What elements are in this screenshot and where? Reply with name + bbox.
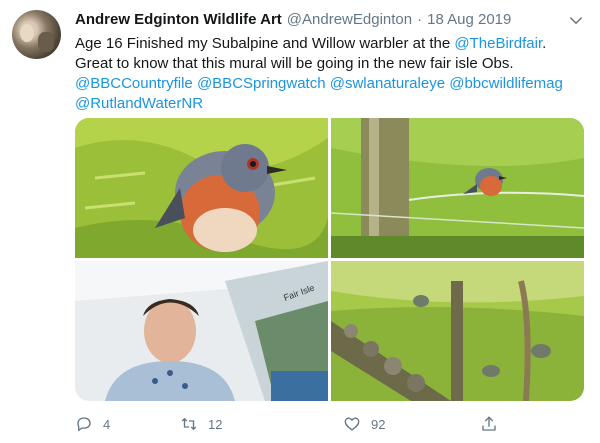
separator-dot: ·: [417, 11, 423, 28]
text-segment: Age 16 Finished my Subalpine and Willow …: [75, 35, 455, 52]
retweet-icon: [181, 418, 197, 430]
like-count: 92: [371, 416, 386, 432]
tweet-text-line-2: Great to know that this mural will be go…: [75, 55, 514, 72]
mention-link[interactable]: @BBCSpringwatch: [197, 75, 326, 92]
avatar-figure-shadow: [38, 32, 54, 52]
media-photo-landscape[interactable]: [331, 261, 584, 401]
user-handle[interactable]: @AndrewEdginton: [287, 11, 412, 28]
media-photo-artist[interactable]: Fair Isle: [75, 261, 328, 401]
reply-count: 4: [103, 416, 111, 432]
tweet-text: Age 16 Finished my Subalpine and Willow …: [75, 34, 580, 114]
retweet-count: 12: [208, 416, 223, 432]
tweet-actions: 4 12 92: [75, 414, 515, 434]
like-button[interactable]: 92: [343, 414, 385, 434]
display-name[interactable]: Andrew Edginton Wildlife Art: [75, 11, 282, 28]
tweet-text-line-1: Age 16 Finished my Subalpine and Willow …: [75, 34, 580, 54]
text-segment: .: [542, 35, 547, 52]
reply-button[interactable]: 4: [75, 414, 110, 434]
media-photo-warbler-closeup[interactable]: [75, 118, 328, 258]
retweet-button[interactable]: 12: [180, 414, 222, 434]
mention-link[interactable]: @TheBirdfair: [454, 35, 542, 52]
heart-icon: [344, 417, 360, 431]
reply-icon: [77, 417, 91, 432]
avatar[interactable]: [12, 10, 61, 59]
mention-link[interactable]: @BBCCountryfile: [75, 75, 193, 92]
media-grid: Fair Isle: [75, 118, 584, 401]
tweet-header: Andrew Edginton Wildlife Art @AndrewEdgi…: [75, 11, 511, 31]
tweet-card[interactable]: Andrew Edginton Wildlife Art @AndrewEdgi…: [0, 0, 600, 443]
tweet-date[interactable]: 18 Aug 2019: [427, 11, 511, 28]
media-photo-warbler-branch[interactable]: [331, 118, 584, 258]
avatar-figure: [20, 24, 34, 42]
mention-link[interactable]: @swlanaturaleye: [330, 75, 445, 92]
mention-link[interactable]: @bbcwildlifemag: [449, 75, 563, 92]
chevron-down-icon[interactable]: [567, 12, 585, 30]
share-icon: [482, 416, 496, 431]
tweet-text-line-4: @RutlandWaterNR: [75, 94, 580, 114]
tweet-text-line-3: @BBCCountryfile @BBCSpringwatch @swlanat…: [75, 74, 580, 94]
mention-link[interactable]: @RutlandWaterNR: [75, 95, 203, 112]
share-button[interactable]: [480, 414, 498, 434]
